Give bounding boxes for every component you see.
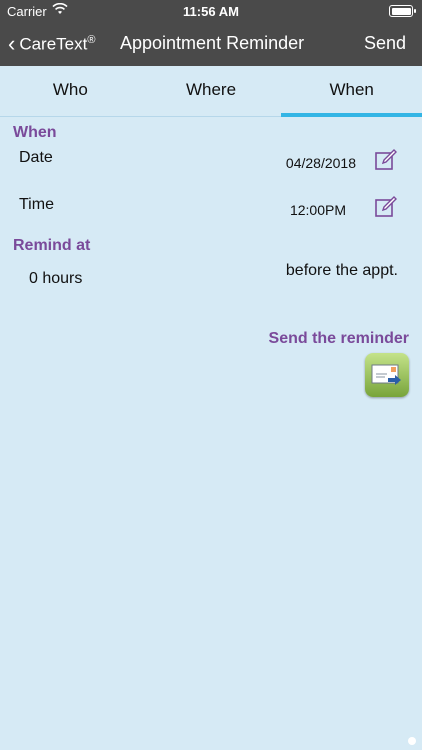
time-label: Time: [19, 196, 54, 213]
status-bar: Carrier 11:56 AM: [0, 0, 422, 22]
when-section-label: When: [13, 124, 57, 141]
time-value[interactable]: 12:00PM: [290, 202, 346, 218]
back-label: CareText®: [19, 33, 96, 54]
tab-where[interactable]: Where: [141, 66, 282, 116]
chevron-left-icon: ‹: [8, 31, 16, 56]
tab-when[interactable]: When: [281, 66, 422, 117]
battery-icon: [389, 5, 416, 17]
send-reminder-button[interactable]: [365, 353, 409, 397]
remind-suffix: before the appt.: [285, 262, 398, 279]
send-reminder-label: Send the reminder: [268, 330, 409, 347]
tab-bar: Who Where When: [0, 66, 422, 117]
date-label: Date: [19, 149, 53, 166]
back-button[interactable]: ‹ CareText®: [8, 32, 95, 56]
edit-date-icon[interactable]: [374, 148, 398, 172]
clock: 11:56 AM: [183, 4, 239, 19]
date-value[interactable]: 04/28/2018: [286, 155, 356, 171]
scroll-indicator: [408, 737, 416, 745]
send-button[interactable]: Send: [364, 33, 406, 54]
edit-time-icon[interactable]: [374, 195, 398, 219]
page-title: Appointment Reminder: [120, 33, 305, 53]
tab-who[interactable]: Who: [0, 66, 141, 116]
remind-hours-value[interactable]: 0 hours: [29, 270, 82, 288]
app-header: Carrier 11:56 AM ‹ CareText® Appointment…: [0, 0, 422, 66]
remind-section-label: Remind at: [13, 237, 91, 254]
envelope-send-icon: [371, 364, 401, 385]
